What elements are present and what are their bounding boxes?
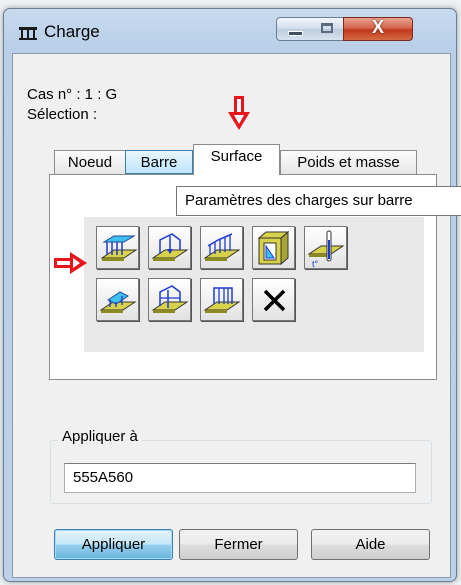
tooltip: Paramètres des charges sur barre xyxy=(176,186,461,216)
point-load-on-contour-button[interactable] xyxy=(148,278,191,321)
close-dialog-button[interactable]: Fermer xyxy=(179,529,298,560)
uniform-surface-load-button[interactable] xyxy=(96,226,139,269)
hydrostatic-pressure-icon xyxy=(257,230,290,266)
point-load-on-contour-icon xyxy=(151,285,189,313)
load-type-toolbar: t° xyxy=(84,217,424,352)
thermal-load-icon: t° xyxy=(307,230,345,269)
delete-load-button[interactable] xyxy=(252,278,295,321)
surface-load-by-3-points-button[interactable] xyxy=(96,278,139,321)
window-title: Charge xyxy=(44,22,100,41)
surface-load-by-3-points-icon xyxy=(99,291,137,313)
tab-barre[interactable]: Barre xyxy=(125,150,193,174)
apply-to-label: Appliquer à xyxy=(58,428,142,445)
apply-button[interactable]: Appliquer xyxy=(54,529,173,560)
linear-load-on-surface-icon xyxy=(203,233,241,261)
tab-poids-et-masse[interactable]: Poids et masse xyxy=(280,150,417,174)
case-label: Cas n° : 1 : G xyxy=(27,86,118,103)
selection-label: Sélection : xyxy=(27,106,98,123)
red-down-arrow-annotation xyxy=(228,96,250,130)
uniform-surface-load-icon xyxy=(100,235,138,261)
maximize-icon xyxy=(321,23,333,33)
linear-load-on-surface-button[interactable] xyxy=(200,226,243,269)
minimize-icon xyxy=(288,31,303,36)
hydrostatic-pressure-button[interactable] xyxy=(252,226,295,269)
linear-load-on-contour-button[interactable] xyxy=(200,278,243,321)
title-bar[interactable]: Charge X xyxy=(4,9,456,53)
thermal-load-button[interactable]: t° xyxy=(304,226,347,269)
delete-load-icon xyxy=(263,289,286,312)
app-icon xyxy=(19,27,37,40)
maximize-button[interactable] xyxy=(313,17,344,41)
point-load-on-surface-button[interactable] xyxy=(148,226,191,269)
tab-noeud[interactable]: Noeud xyxy=(54,150,126,174)
close-icon: X xyxy=(371,17,384,37)
close-button[interactable]: X xyxy=(343,17,413,41)
minimize-button[interactable] xyxy=(276,17,315,41)
help-button[interactable]: Aide xyxy=(311,529,430,560)
apply-to-input[interactable]: 555A560 xyxy=(64,463,416,493)
point-load-on-surface-icon xyxy=(151,233,189,261)
red-right-arrow-annotation xyxy=(54,252,87,274)
tab-surface[interactable]: Surface xyxy=(193,144,280,175)
svg-text:t°: t° xyxy=(312,259,319,269)
linear-load-on-contour-icon xyxy=(203,287,241,313)
